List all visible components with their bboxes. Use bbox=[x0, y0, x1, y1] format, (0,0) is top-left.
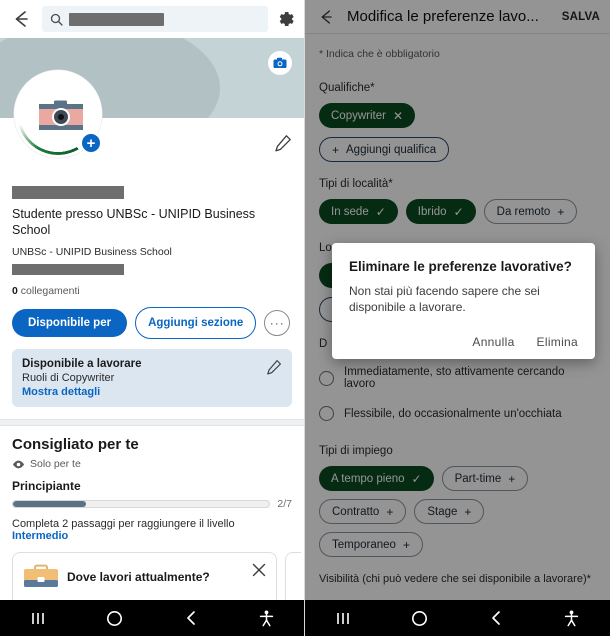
steps-prefix: Completa 2 passaggi per raggiungere il l… bbox=[12, 518, 235, 531]
profile-headline: Studente presso UNBSc - UNIPID Business … bbox=[12, 207, 256, 237]
camera-placeholder-icon bbox=[39, 100, 83, 130]
connections-number: 0 bbox=[12, 285, 18, 298]
otw-card-details-link[interactable]: Mostra dettagli bbox=[22, 386, 282, 398]
intermedio-link[interactable]: Intermedio bbox=[12, 530, 68, 542]
profile-identity: Studente presso UNBSc - UNIPID Business … bbox=[0, 186, 304, 297]
home-button[interactable] bbox=[94, 606, 134, 630]
aggiungi-sezione-button[interactable]: Aggiungi sezione bbox=[135, 307, 257, 340]
otw-card-title: Disponibile a lavorare bbox=[22, 358, 142, 371]
accessibility-icon[interactable] bbox=[247, 606, 287, 630]
page-title: Consigliato per te bbox=[12, 436, 139, 454]
cover-camera-button[interactable] bbox=[268, 51, 292, 75]
back-button[interactable] bbox=[476, 606, 516, 630]
gear-icon[interactable] bbox=[276, 9, 296, 29]
close-icon[interactable] bbox=[252, 563, 266, 577]
camera-icon bbox=[273, 57, 287, 68]
edit-profile-pencil-icon[interactable] bbox=[274, 134, 292, 152]
progress-row: 2/7 bbox=[12, 498, 292, 510]
recents-button[interactable] bbox=[323, 606, 363, 630]
pencil-icon[interactable] bbox=[266, 359, 282, 375]
open-to-work-card[interactable]: Disponibile a lavorare Ruoli di Copywrit… bbox=[12, 349, 292, 408]
steps-text: Completa 2 passaggi per raggiungere il l… bbox=[12, 518, 292, 542]
search-query-redacted bbox=[69, 12, 164, 26]
cancel-button[interactable]: Annulla bbox=[472, 335, 514, 349]
section-divider bbox=[0, 419, 304, 427]
briefcase-icon bbox=[23, 563, 59, 591]
profile-name-redacted bbox=[12, 186, 124, 199]
dialog-title: Eliminare le preferenze lavorative? bbox=[349, 259, 572, 274]
app-screen: #OPENTOWORK + Studente presso UNBSc - UN… bbox=[0, 0, 610, 636]
back-arrow-icon[interactable] bbox=[8, 6, 34, 32]
left-panel-profile: #OPENTOWORK + Studente presso UNBSc - UN… bbox=[0, 0, 305, 636]
system-nav-bar-right bbox=[305, 600, 610, 636]
progress-fill bbox=[13, 501, 87, 508]
more-options-button[interactable]: ··· bbox=[264, 310, 291, 337]
eye-icon bbox=[12, 460, 25, 469]
system-nav-bar-left bbox=[0, 600, 304, 636]
progress-bar bbox=[12, 500, 271, 509]
profile-header: #OPENTOWORK + bbox=[0, 70, 304, 186]
left-top-bar bbox=[0, 0, 304, 38]
dialog-message: Non stai più facendo sapere che sei disp… bbox=[349, 284, 540, 315]
search-input[interactable] bbox=[42, 6, 268, 32]
delete-preferences-dialog: Eliminare le preferenze lavorative? Non … bbox=[332, 243, 595, 360]
dialog-actions: Annulla Elimina bbox=[349, 335, 578, 349]
connections-count[interactable]: 0 collegamenti bbox=[12, 285, 292, 297]
visibility-row: Solo per te bbox=[12, 458, 292, 470]
tip-card-header: Dove lavori attualmente? bbox=[23, 563, 266, 591]
back-button[interactable] bbox=[171, 606, 211, 630]
avatar[interactable]: #OPENTOWORK + bbox=[14, 70, 102, 158]
tip-card-title: Dove lavori attualmente? bbox=[67, 570, 210, 585]
disponibile-per-button[interactable]: Disponibile per bbox=[12, 309, 128, 338]
profile-location-redacted bbox=[12, 264, 124, 276]
home-button[interactable] bbox=[399, 606, 439, 630]
progress-count: 2/7 bbox=[277, 498, 292, 511]
plus-icon: + bbox=[86, 134, 96, 152]
connections-label: collegamenti bbox=[20, 285, 80, 298]
suggested-section: Consigliato per te Solo per te Principia… bbox=[0, 426, 304, 542]
accessibility-icon[interactable] bbox=[552, 606, 592, 630]
profile-school: UNBSc - UNIPID Business School bbox=[12, 246, 172, 259]
visibility-text: Solo per te bbox=[30, 458, 81, 471]
otw-card-subtitle: Ruoli di Copywriter bbox=[22, 372, 115, 385]
search-icon bbox=[50, 13, 63, 26]
recents-button[interactable] bbox=[18, 606, 58, 630]
profile-actions: Disponibile per Aggiungi sezione ··· bbox=[0, 297, 304, 340]
right-panel-job-preferences: Modifica le preferenze lavo... SALVA * I… bbox=[305, 0, 610, 636]
level-label: Principiante bbox=[12, 479, 81, 494]
add-to-profile-button[interactable]: + bbox=[80, 132, 102, 154]
delete-button[interactable]: Elimina bbox=[537, 335, 578, 349]
